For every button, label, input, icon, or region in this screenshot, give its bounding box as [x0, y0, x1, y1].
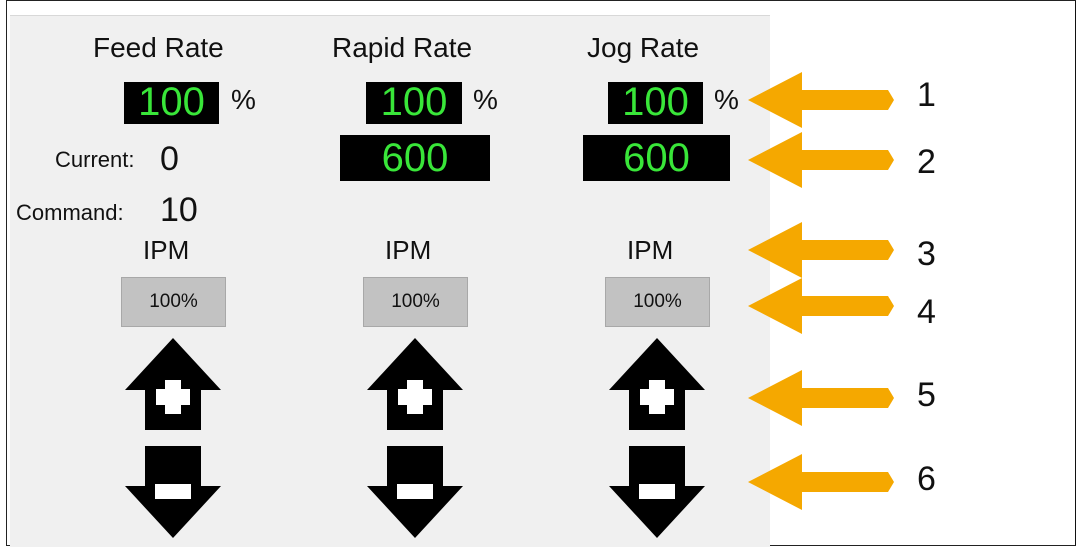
feed-unit-label: IPM	[143, 235, 190, 265]
plus-arrow-up-icon	[125, 338, 221, 430]
rapid-rate-display: 600	[340, 135, 490, 181]
jog-reset-100-button[interactable]: 100%	[605, 277, 710, 327]
callout-number-2: 2	[917, 143, 936, 181]
jog-rate-display: 600	[583, 135, 730, 181]
current-label: Current:	[55, 147, 135, 172]
callout-arrow-2-icon	[748, 132, 896, 188]
jog-rate-title: Jog Rate	[587, 32, 700, 63]
feed-increase-button[interactable]	[125, 338, 221, 430]
callout-number-3: 3	[917, 235, 936, 273]
jog-percent-symbol: %	[714, 84, 739, 115]
plus-arrow-up-icon	[609, 338, 705, 430]
callout-number-4: 4	[917, 293, 936, 331]
current-value: 0	[160, 140, 179, 178]
callout-number-6: 6	[917, 460, 936, 498]
jog-unit-label: IPM	[627, 235, 674, 265]
rapid-override-display: 100	[366, 82, 462, 124]
command-value: 10	[160, 191, 198, 229]
feed-reset-100-button[interactable]: 100%	[121, 277, 226, 327]
rapid-unit-label: IPM	[385, 235, 432, 265]
rapid-increase-button[interactable]	[367, 338, 463, 430]
jog-override-display: 100	[608, 82, 703, 124]
jog-increase-button[interactable]	[609, 338, 705, 430]
jog-decrease-button[interactable]	[609, 446, 705, 538]
minus-arrow-down-icon	[125, 446, 221, 538]
callout-arrow-6-icon	[748, 454, 896, 510]
rapid-rate-title: Rapid Rate	[332, 32, 473, 63]
minus-arrow-down-icon	[367, 446, 463, 538]
feed-decrease-button[interactable]	[125, 446, 221, 538]
feed-rate-title: Feed Rate	[93, 32, 224, 63]
callout-number-1: 1	[917, 76, 936, 114]
rapid-decrease-button[interactable]	[367, 446, 463, 538]
command-label: Command:	[16, 200, 124, 225]
callout-number-5: 5	[917, 376, 936, 414]
callout-arrow-4-icon	[748, 278, 896, 334]
callout-arrow-1-icon	[748, 72, 896, 128]
feed-override-display: 100	[124, 82, 219, 124]
plus-arrow-up-icon	[367, 338, 463, 430]
rapid-reset-100-button[interactable]: 100%	[363, 277, 468, 327]
rapid-percent-symbol: %	[473, 84, 498, 115]
feed-percent-symbol: %	[231, 84, 256, 115]
callout-arrow-5-icon	[748, 370, 896, 426]
minus-arrow-down-icon	[609, 446, 705, 538]
callout-arrow-3-icon	[748, 222, 896, 278]
